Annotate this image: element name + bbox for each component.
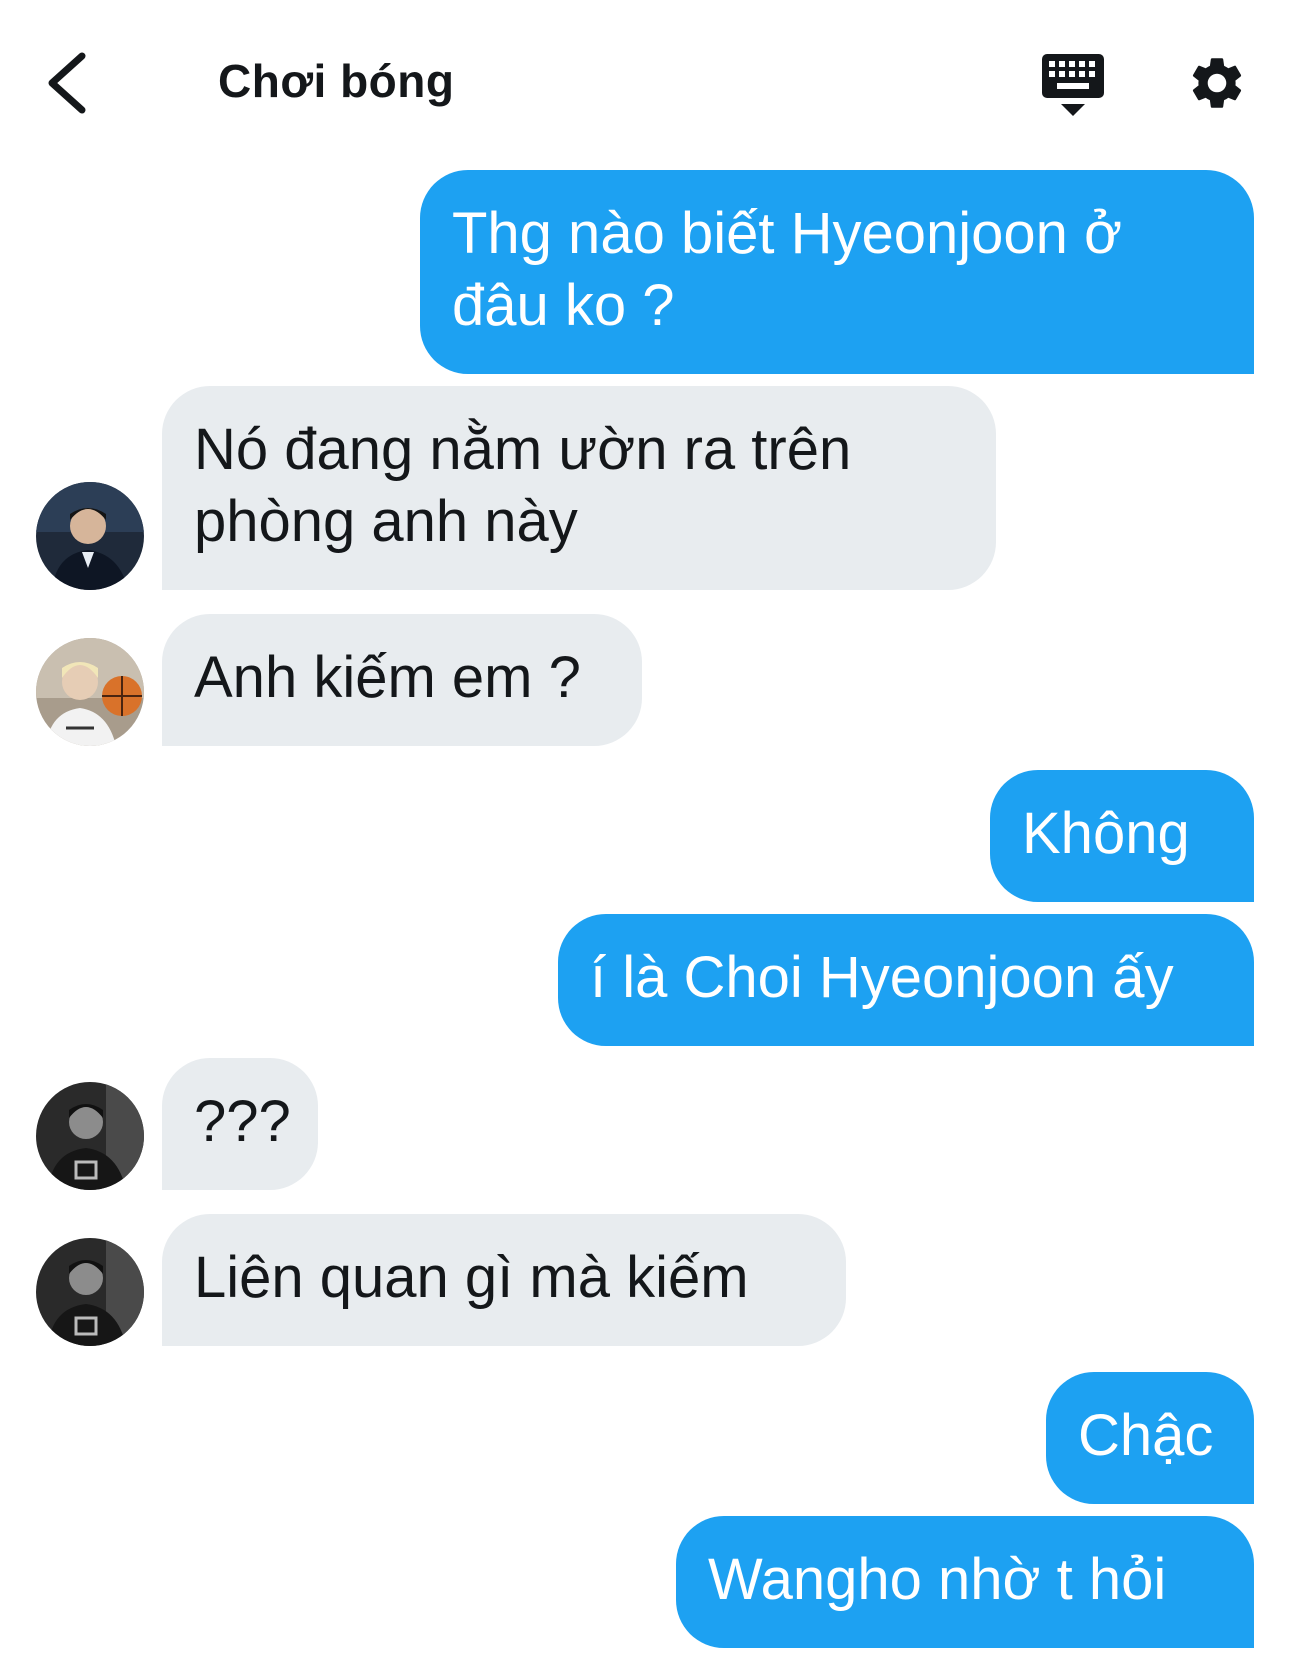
avatar-photo-icon xyxy=(36,1082,144,1190)
message-text-line: Nó đang nằm ườn ra trên xyxy=(194,417,852,482)
gear-icon xyxy=(1192,58,1242,108)
message-bubble-outgoing[interactable]: í là Choi Hyeonjoon ấy xyxy=(558,914,1254,1046)
message-bubble-outgoing[interactable]: Thg nào biết Hyeonjoon ở đâu ko ? xyxy=(420,170,1254,374)
avatar-photo-icon xyxy=(36,638,144,746)
avatar[interactable] xyxy=(36,482,144,590)
message-text-line: phòng anh này xyxy=(194,489,578,554)
keyboard-hide-icon xyxy=(1042,54,1104,116)
message-text-line: Anh kiếm em ? xyxy=(194,645,581,710)
message-text-line: í là Choi Hyeonjoon ấy xyxy=(590,945,1174,1010)
message-text-line: Wangho nhờ t hỏi xyxy=(708,1547,1167,1612)
message-bubble-incoming[interactable]: Nó đang nằm ườn ra trên phòng anh này xyxy=(162,386,996,590)
avatar[interactable] xyxy=(36,638,144,746)
avatar-photo-icon xyxy=(36,1238,144,1346)
message-text-line: đâu ko ? xyxy=(452,273,675,338)
message-bubble-outgoing[interactable]: Wangho nhờ t hỏi xyxy=(676,1516,1254,1648)
message-bubble-incoming[interactable]: Liên quan gì mà kiếm xyxy=(162,1214,846,1346)
message-bubble-outgoing[interactable]: Không xyxy=(990,770,1254,902)
message-text-line: Thg nào biết Hyeonjoon ở xyxy=(452,201,1123,266)
chat-title: Chơi bóng xyxy=(218,55,455,107)
message-text-line: Không xyxy=(1022,801,1190,866)
back-button[interactable] xyxy=(40,48,100,118)
message-text-line: Chậc xyxy=(1078,1403,1214,1468)
message-bubble-incoming[interactable]: Anh kiếm em ? xyxy=(162,614,642,746)
avatar[interactable] xyxy=(36,1238,144,1346)
message-bubble-incoming[interactable]: ??? xyxy=(162,1058,318,1190)
message-text-line: ??? xyxy=(194,1089,291,1154)
message-text-line: Liên quan gì mà kiếm xyxy=(194,1245,749,1310)
chevron-left-icon xyxy=(48,52,86,114)
chat-header: Chơi bóng xyxy=(0,0,1290,150)
keyboard-toggle-button[interactable] xyxy=(1040,52,1106,120)
avatar[interactable] xyxy=(36,1082,144,1190)
message-bubble-outgoing[interactable]: Chậc xyxy=(1046,1372,1254,1504)
settings-button[interactable] xyxy=(1186,52,1248,114)
avatar-photo-icon xyxy=(36,482,144,590)
